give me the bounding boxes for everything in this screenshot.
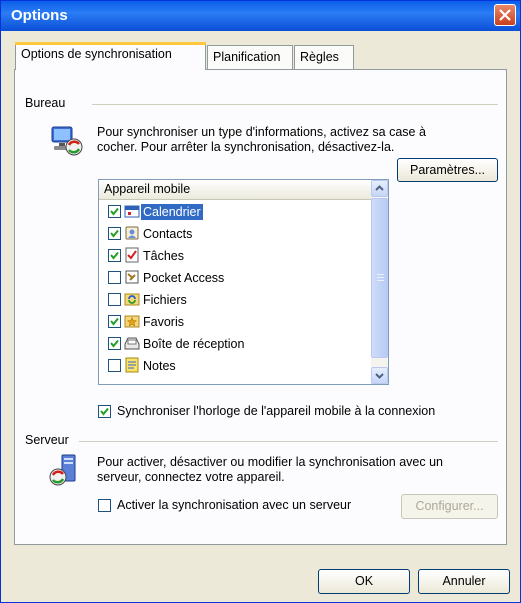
cancel-button[interactable]: Annuler [418,569,510,594]
bureau-description-line: cocher. Pour arrêter la synchronisation,… [97,140,395,154]
list-item[interactable]: Contacts [99,223,371,245]
item-label: Contacts [143,227,193,241]
item-label: Pocket Access [143,271,225,285]
item-checkbox[interactable] [108,271,121,284]
favorites-icon [124,315,140,328]
grip-line [377,274,384,275]
sync-clock-label[interactable]: Synchroniser l'horloge de l'appareil mob… [117,404,435,419]
calendar-icon [124,205,140,218]
bureau-description-line: Pour synchroniser un type d'informations… [97,125,426,139]
bureau-group-label: Bureau [25,96,70,110]
bureau-description: Pour synchroniser un type d'informations… [97,125,497,155]
title-bar[interactable]: Options [1,1,520,31]
files-icon [124,293,140,306]
cancel-button-label: Annuler [442,574,486,588]
tab-label: Options de synchronisation [21,47,172,61]
ok-button-label: OK [354,574,374,588]
grip-line [377,280,384,281]
item-checkbox[interactable] [108,249,121,262]
enable-server-sync-label[interactable]: Activer la synchronisation avec un serve… [117,498,351,513]
serveur-description-line: serveur, connectez votre appareil. [97,470,285,484]
grip-line [377,277,384,278]
tab-label: Planification [213,50,281,64]
serveur-group-label: Serveur [25,433,73,447]
scroll-up-button[interactable] [371,180,388,197]
options-dialog: Options Options de synchronisation Plani… [0,0,521,603]
item-checkbox[interactable] [108,293,121,306]
chevron-up-icon [375,185,384,191]
item-label: Favoris [143,315,184,329]
item-label: Notes [143,359,176,373]
contacts-icon [125,226,139,240]
bureau-divider [92,104,498,105]
ok-button[interactable]: OK [318,569,410,594]
server-sync-icon [49,454,76,486]
tab-scheduling[interactable]: Planification [207,45,293,69]
list-item[interactable]: Notes [99,355,371,377]
tasks-icon [125,247,139,263]
item-checkbox[interactable] [108,205,121,218]
inbox-icon [124,337,140,350]
list-item[interactable]: Tâches [99,245,371,267]
list-item[interactable]: Boîte de réception [99,333,371,355]
window-title: Options [11,7,68,24]
sync-clock-checkbox[interactable] [98,405,111,418]
sync-items-list[interactable]: Appareil mobile Calendrier Contacts Tâch… [98,179,389,385]
scroll-thumb[interactable] [371,198,388,358]
item-label: Fichiers [143,293,187,307]
tab-rules[interactable]: Règles [294,45,354,69]
serveur-description-line: Pour activer, désactiver ou modifier la … [97,455,444,469]
list-item[interactable]: Favoris [99,311,371,333]
list-scrollbar[interactable] [371,180,388,384]
serveur-description: Pour activer, désactiver ou modifier la … [97,455,502,485]
list-header-label: Appareil mobile [104,182,191,196]
tab-label: Règles [300,50,339,64]
chevron-down-icon [375,373,384,379]
item-label: Calendrier [141,204,203,220]
item-label: Boîte de réception [143,337,245,351]
close-button[interactable] [494,4,516,26]
scroll-down-button[interactable] [371,367,388,384]
item-checkbox[interactable] [108,359,121,372]
settings-button[interactable]: Paramètres... [397,158,498,182]
item-label: Tâches [143,249,184,263]
serveur-divider [79,441,498,442]
list-item[interactable]: Pocket Access [99,267,371,289]
list-header[interactable]: Appareil mobile [99,180,371,200]
item-checkbox[interactable] [108,315,121,328]
tab-sync-options[interactable]: Options de synchronisation [15,42,206,70]
item-checkbox[interactable] [108,337,121,350]
pocket-access-icon [125,270,139,284]
item-checkbox[interactable] [108,227,121,240]
configure-button-label: Configurer... [415,499,484,513]
notes-icon [125,357,139,373]
configure-button[interactable]: Configurer... [401,494,498,519]
settings-button-label: Paramètres... [409,163,486,177]
desktop-sync-icon [51,126,83,156]
close-icon [499,9,511,21]
list-item[interactable]: Fichiers [99,289,371,311]
checkmark-icon [100,407,109,416]
enable-server-sync-checkbox[interactable] [98,499,111,512]
list-item[interactable]: Calendrier [99,201,371,223]
